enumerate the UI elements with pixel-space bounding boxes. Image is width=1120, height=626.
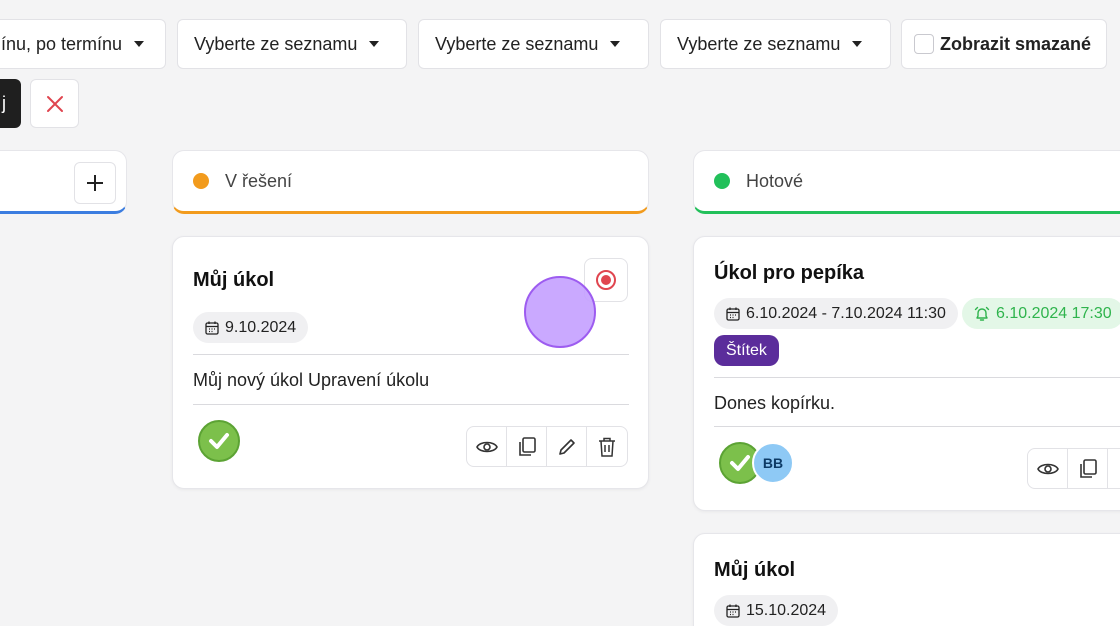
apply-filter-button[interactable]: j — [0, 79, 21, 128]
due-date-chip: 9.10.2024 — [193, 312, 309, 343]
filter-select-3-value: Vyberte ze seznamu — [677, 33, 841, 54]
eye-icon — [1036, 463, 1059, 474]
view-button[interactable] — [467, 427, 507, 466]
column-title: Hotové — [746, 170, 804, 191]
close-icon — [46, 95, 63, 112]
check-icon — [209, 433, 229, 449]
reminder-text: 6.10.2024 17:30 — [996, 304, 1112, 322]
completed-avatar — [198, 420, 240, 462]
chevron-down-icon — [852, 41, 863, 47]
task-card[interactable]: Můj úkol 15.10.2024 — [693, 533, 1120, 626]
edit-button[interactable] — [1108, 449, 1120, 488]
status-dot — [193, 173, 209, 189]
task-title: Úkol pro pepíka — [714, 262, 865, 284]
filter-select-1-value: Vyberte ze seznamu — [194, 33, 358, 54]
pointer-indicator — [524, 276, 596, 348]
column-header-in-progress: V řešení — [172, 150, 649, 214]
apply-filter-button-label: j — [2, 93, 6, 113]
show-deleted-checkbox[interactable] — [914, 34, 934, 54]
copy-button[interactable] — [1068, 449, 1108, 488]
alarm-bell-icon — [974, 306, 990, 321]
divider — [714, 426, 1120, 427]
card-actions — [1027, 448, 1120, 489]
task-card[interactable]: Můj úkol 9.10.2024 Můj nový úkol Upraven… — [172, 236, 649, 489]
column-title: V řešení — [225, 170, 293, 191]
filter-select-1[interactable]: Vyberte ze seznamu — [177, 19, 407, 69]
column-header-done: Hotové — [693, 150, 1120, 214]
chevron-down-icon — [369, 41, 380, 47]
copy-icon — [1079, 458, 1097, 478]
calendar-icon — [726, 307, 740, 321]
clear-filters-button[interactable] — [30, 79, 79, 128]
sort-select[interactable]: ínu, po termínu — [0, 19, 166, 69]
calendar-icon — [205, 321, 219, 335]
card-actions — [466, 426, 628, 467]
add-task-button[interactable] — [74, 162, 116, 204]
copy-button[interactable] — [507, 427, 547, 466]
filter-select-3[interactable]: Vyberte ze seznamu — [660, 19, 891, 69]
due-date-chip: 15.10.2024 — [714, 595, 839, 626]
delete-button[interactable] — [587, 427, 627, 466]
reminder-chip: 6.10.2024 17:30 — [962, 298, 1120, 329]
filter-select-2[interactable]: Vyberte ze seznamu — [418, 19, 649, 69]
date-range-text: 6.10.2024 - 7.10.2024 11:30 — [746, 304, 946, 322]
edit-button[interactable] — [547, 427, 587, 466]
column-header-todo — [0, 150, 127, 214]
record-icon — [596, 270, 616, 290]
trash-icon — [599, 437, 615, 457]
divider — [714, 377, 1120, 378]
date-range-chip: 6.10.2024 - 7.10.2024 11:30 — [714, 298, 958, 329]
show-deleted-label: Zobrazit smazané — [940, 33, 1092, 54]
plus-icon — [87, 175, 103, 191]
task-card[interactable]: Úkol pro pepíka 6.10.2024 - 7.10.2024 11… — [693, 236, 1120, 511]
show-deleted-toggle[interactable]: Zobrazit smazané — [901, 19, 1107, 69]
label-tag[interactable]: Štítek — [714, 335, 779, 366]
task-description: Dones kopírku. — [714, 393, 836, 413]
calendar-icon — [726, 604, 740, 618]
assignee-avatar: BB — [752, 442, 794, 484]
divider — [193, 354, 629, 355]
divider — [193, 404, 629, 405]
chevron-down-icon — [610, 41, 621, 47]
copy-icon — [518, 436, 536, 456]
task-title: Můj úkol — [193, 269, 275, 291]
due-date-text: 15.10.2024 — [746, 601, 827, 619]
filter-select-2-value: Vyberte ze seznamu — [435, 33, 599, 54]
task-title: Můj úkol — [714, 559, 796, 581]
check-icon — [730, 455, 750, 471]
sort-select-value: ínu, po termínu — [1, 33, 123, 54]
pencil-icon — [558, 438, 575, 455]
task-description: Můj nový úkol Upravení úkolu — [193, 370, 430, 390]
view-button[interactable] — [1028, 449, 1068, 488]
eye-icon — [475, 441, 498, 452]
chevron-down-icon — [134, 41, 145, 47]
due-date-text: 9.10.2024 — [225, 318, 297, 336]
status-dot — [714, 173, 730, 189]
